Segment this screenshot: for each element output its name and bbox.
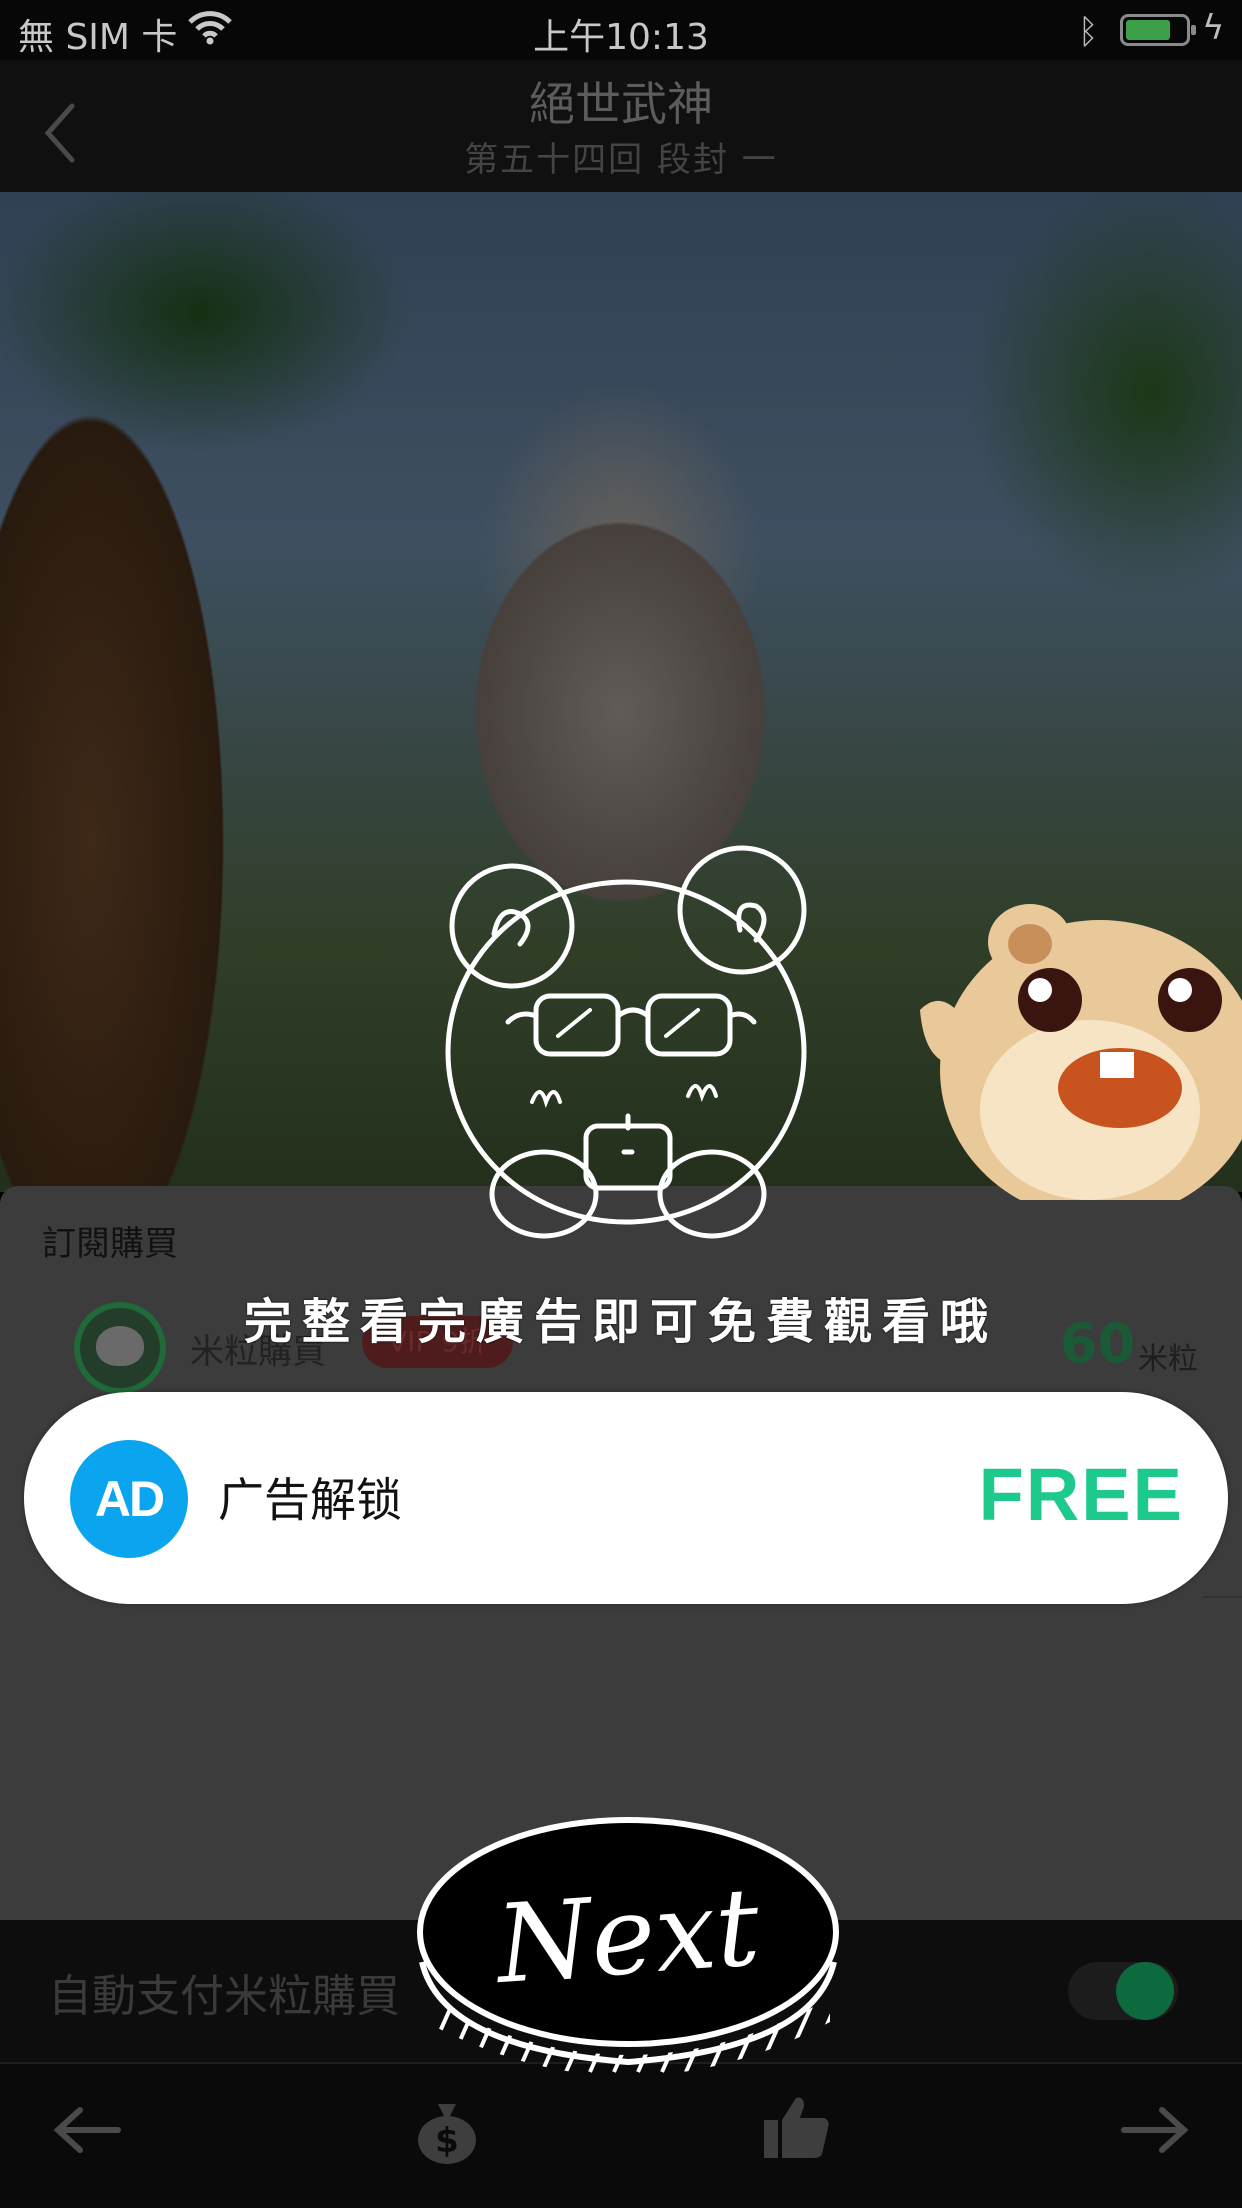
- ad-unlock-label: 广告解锁: [218, 1473, 402, 1527]
- status-bar: 無 SIM 卡 上午10:13 ᛒ ϟ: [0, 0, 1242, 60]
- auto-pay-toggle[interactable]: [1068, 1962, 1178, 2020]
- chapter-subtitle: 第五十四回 段封 一: [464, 140, 778, 180]
- arrow-right-icon[interactable]: [1120, 2104, 1190, 2156]
- svg-text:$: $: [435, 2121, 459, 2161]
- toggle-knob: [1116, 1962, 1174, 2020]
- hamster-mascot: [920, 904, 1242, 1200]
- auto-pay-label: 自動支付米粒購買: [48, 1971, 400, 2022]
- next-button[interactable]: Next: [402, 1812, 854, 2082]
- bottom-toolbar: $: [0, 2064, 1242, 2208]
- ad-icon: AD: [70, 1440, 188, 1558]
- nav-bar: 絕世武神 第五十四回 段封 一: [0, 60, 1242, 192]
- arrow-left-icon[interactable]: [52, 2104, 122, 2156]
- free-price-tag: FREE: [978, 1453, 1184, 1536]
- bluetooth-icon: ᛒ: [1078, 12, 1099, 52]
- ad-badge-text: AD: [94, 1471, 165, 1527]
- mascot-bear-drawing: [445, 845, 807, 1239]
- ad-hint-text: 完整看完廣告即可免費觀看哦: [243, 1294, 998, 1350]
- clock: 上午10:13: [533, 17, 709, 58]
- divider: [1202, 1596, 1242, 1598]
- ad-unlock-option[interactable]: AD 广告解锁 FREE: [24, 1392, 1228, 1604]
- page-title: 絕世武神: [529, 77, 713, 131]
- money-bag-icon[interactable]: $: [416, 2100, 478, 2164]
- battery-icon: [1120, 14, 1196, 46]
- charging-icon: ϟ: [1202, 8, 1225, 48]
- sheet-title: 訂閱購買: [42, 1224, 178, 1264]
- thumbs-up-icon[interactable]: [762, 2094, 832, 2160]
